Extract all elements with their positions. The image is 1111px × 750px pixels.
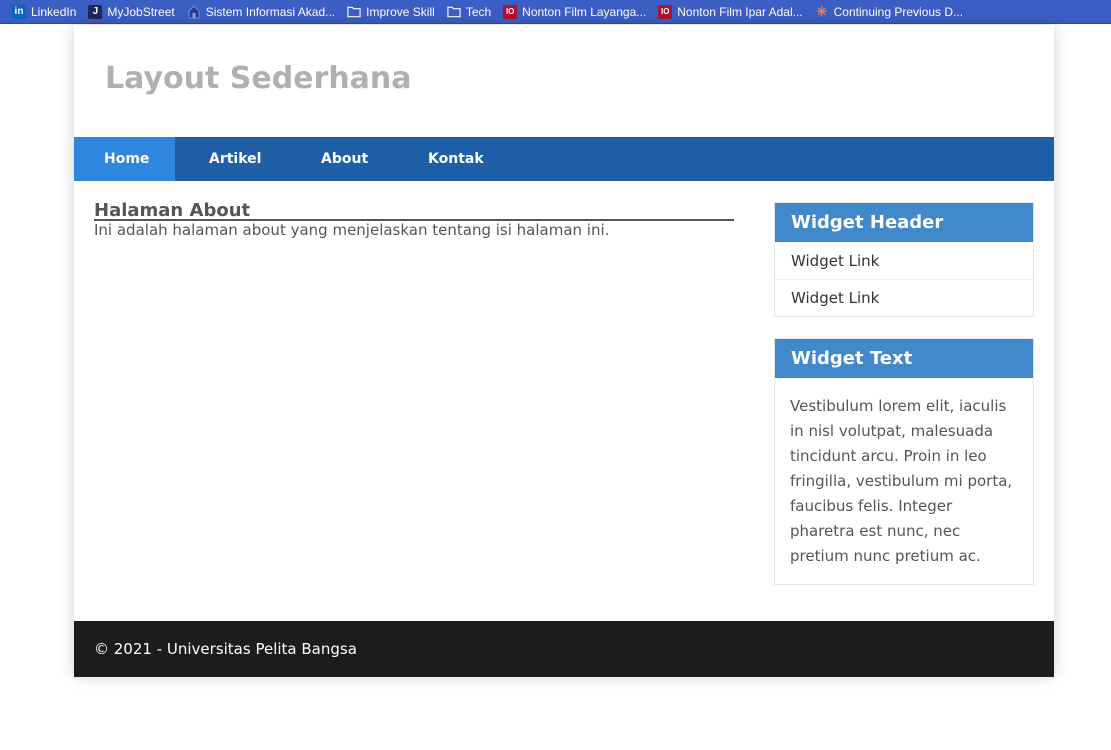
- io-icon: IO: [503, 4, 518, 19]
- site-footer: © 2021 - Universitas Pelita Bangsa: [74, 621, 1054, 677]
- campus-icon: [187, 4, 201, 19]
- widget-text-header: Widget Text: [775, 339, 1033, 378]
- bookmark-label: Continuing Previous D...: [833, 4, 964, 19]
- main-area: Halaman About Ini adalah halaman about y…: [74, 181, 1054, 621]
- widget-header: Widget Header: [775, 203, 1033, 242]
- nav-home[interactable]: Home: [74, 137, 175, 181]
- nav-kontak[interactable]: Kontak: [394, 137, 504, 181]
- linkedin-icon: in: [12, 4, 26, 19]
- bookmark-label: Sistem Informasi Akad...: [205, 4, 336, 19]
- nav-about[interactable]: About: [287, 137, 394, 181]
- main-nav: Home Artikel About Kontak: [74, 137, 1054, 181]
- jobstreet-icon: J: [88, 4, 103, 19]
- content: Halaman About Ini adalah halaman about y…: [94, 201, 734, 239]
- sidebar: Widget Header Widget Link Widget Link Wi…: [774, 202, 1034, 606]
- widget-text-box: Widget Text Vestibulum lorem elit, iacul…: [774, 338, 1034, 585]
- widget-links: Widget Header Widget Link Widget Link: [774, 202, 1034, 317]
- bookmark-label: Improve Skill: [366, 4, 435, 19]
- bookmark-label: Nonton Film Layanga...: [522, 4, 647, 19]
- page-heading: Halaman About: [94, 201, 734, 221]
- page-container: Layout Sederhana Home Artikel About Kont…: [74, 25, 1054, 677]
- bookmark-label: Tech: [465, 4, 492, 19]
- bookmark-tech[interactable]: Tech: [447, 5, 491, 19]
- widget-link[interactable]: Widget Link: [775, 279, 1033, 316]
- bookmark-nonton-film-ipar[interactable]: IO Nonton Film Ipar Adal...: [658, 4, 803, 19]
- folder-icon: [347, 5, 361, 19]
- io-icon: IO: [658, 4, 673, 19]
- bookmarks-bar: in LinkedIn J MyJobStreet Sistem Informa…: [0, 0, 1111, 24]
- site-header: Layout Sederhana: [74, 25, 1054, 137]
- bookmark-label: Nonton Film Ipar Adal...: [677, 4, 803, 19]
- site-title: Layout Sederhana: [105, 60, 412, 96]
- nav-artikel[interactable]: Artikel: [175, 137, 287, 181]
- bookmark-sistem-informasi[interactable]: Sistem Informasi Akad...: [187, 5, 335, 19]
- bookmark-label: LinkedIn: [31, 4, 77, 19]
- bookmark-continuing-previous[interactable]: ✳ Continuing Previous D...: [815, 3, 964, 19]
- bookmark-linkedin[interactable]: in LinkedIn: [12, 4, 77, 19]
- bookmark-label: MyJobStreet: [107, 4, 175, 19]
- footer-copyright: © 2021 - Universitas Pelita Bangsa: [94, 640, 357, 658]
- page-body: Ini adalah halaman about yang menjelaska…: [94, 221, 610, 239]
- widget-text-body: Vestibulum lorem elit, iaculis in nisl v…: [790, 397, 1013, 565]
- folder-icon: [447, 5, 461, 19]
- starburst-icon: ✳: [816, 3, 828, 19]
- bookmark-nonton-film-layangan[interactable]: IO Nonton Film Layanga...: [503, 4, 647, 19]
- widget-link[interactable]: Widget Link: [775, 242, 1033, 279]
- bookmark-myjobstreet[interactable]: J MyJobStreet: [88, 4, 175, 19]
- bookmark-improve-skill[interactable]: Improve Skill: [347, 5, 435, 19]
